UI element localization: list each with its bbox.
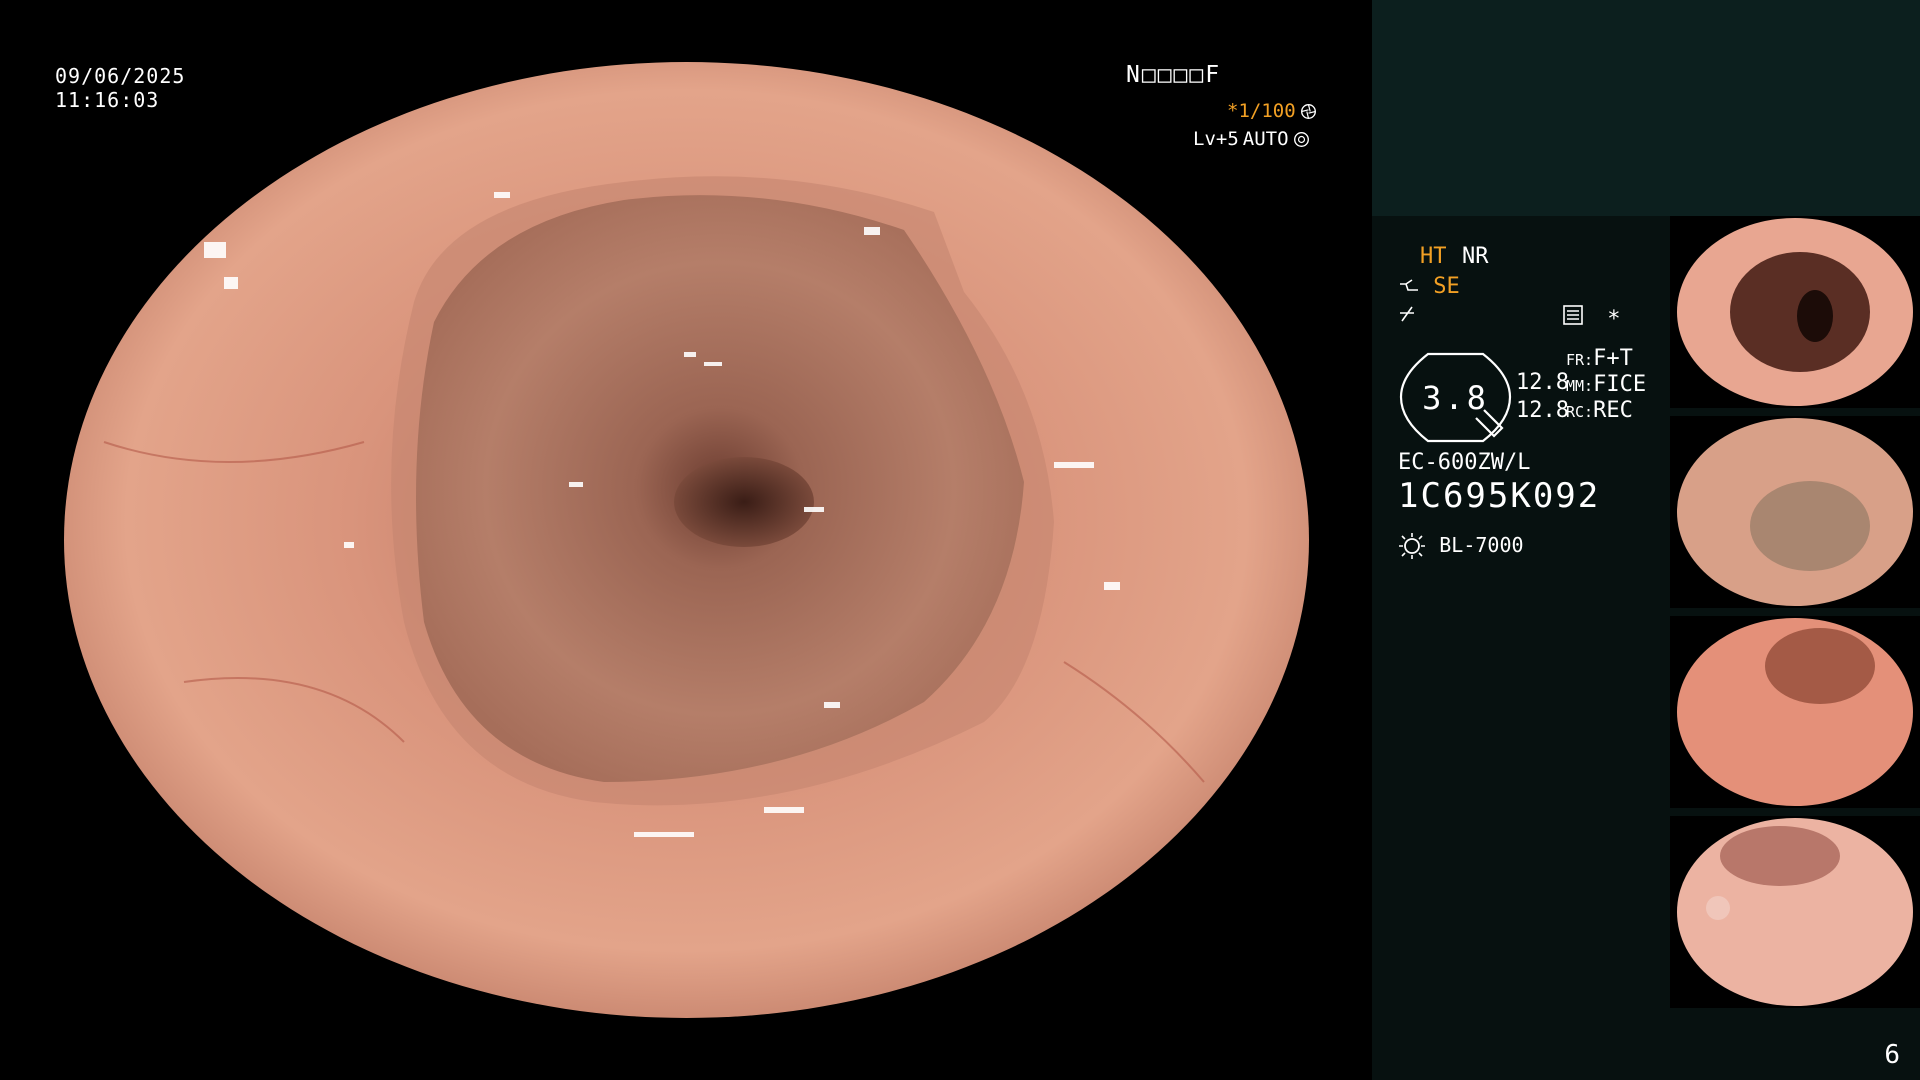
structure-enhance-icon: [1400, 279, 1418, 291]
ht-label: HT: [1420, 244, 1447, 269]
aperture-icon: [1300, 103, 1316, 119]
light-readout: Lv+5 AUTO: [1193, 128, 1310, 150]
light-source-label: BL-7000: [1439, 533, 1524, 557]
rc-row: RC:REC: [1566, 398, 1633, 423]
se-label: SE: [1433, 274, 1460, 299]
memory-icon: [1563, 305, 1583, 325]
thumbnail-3[interactable]: [1670, 616, 1920, 808]
time-readout: 11:16:03: [55, 88, 160, 112]
endoscopic-image: [64, 62, 1309, 1018]
nr-label: NR: [1462, 244, 1489, 269]
star-indicator: *: [1607, 307, 1621, 332]
scope-serial: 1C695K092: [1398, 476, 1601, 516]
light-mode: AUTO: [1242, 128, 1289, 150]
value-1: 12.8: [1516, 370, 1569, 395]
fr-label: FR:: [1566, 351, 1594, 369]
iris-icon: [1293, 131, 1309, 147]
thumbnail-1[interactable]: [1670, 216, 1920, 408]
zoom-indicator: 3.8: [1398, 350, 1513, 445]
thumbnail-2-image: [1677, 418, 1913, 606]
thumbnail-4-image: [1677, 818, 1913, 1006]
zoom-value: 3.8: [1422, 378, 1489, 417]
se-row: SE: [1398, 274, 1460, 299]
endoscope-viewport: 09/06/2025 11:16:03 N□□□□F *1/100 Lv+5 A…: [0, 0, 1372, 1080]
mm-value: FICE: [1593, 372, 1647, 397]
record-status: *: [1562, 304, 1621, 332]
light-level: Lv+5: [1193, 128, 1239, 150]
rc-label: RC:: [1566, 403, 1594, 421]
mode-code: N□□□□F: [1126, 62, 1222, 88]
freeze-icon-row: [1398, 304, 1418, 329]
freeze-icon: [1400, 306, 1414, 322]
page-number: 6: [1884, 1040, 1900, 1070]
mm-label: MM:: [1566, 377, 1594, 395]
scope-model: EC-600ZW/L: [1398, 450, 1531, 475]
shutter-readout: *1/100: [1227, 100, 1317, 122]
thumbnail-2[interactable]: [1670, 416, 1920, 608]
thumbnail-3-image: [1677, 618, 1913, 806]
date-readout: 09/06/2025: [55, 64, 186, 88]
value-2: 12.8: [1516, 398, 1569, 423]
mm-row: MM:FICE: [1566, 372, 1646, 397]
shutter-value: *1/100: [1227, 100, 1296, 122]
fr-row: FR:F+T: [1566, 346, 1633, 371]
fr-value: F+T: [1593, 346, 1633, 371]
light-source-row: BL-7000: [1398, 532, 1524, 560]
light-bulb-icon: [1399, 533, 1425, 559]
thumbnail-4[interactable]: [1670, 816, 1920, 1008]
rc-value: REC: [1593, 398, 1633, 423]
panel-header: [1372, 0, 1920, 216]
thumbnail-1-image: [1677, 218, 1913, 406]
